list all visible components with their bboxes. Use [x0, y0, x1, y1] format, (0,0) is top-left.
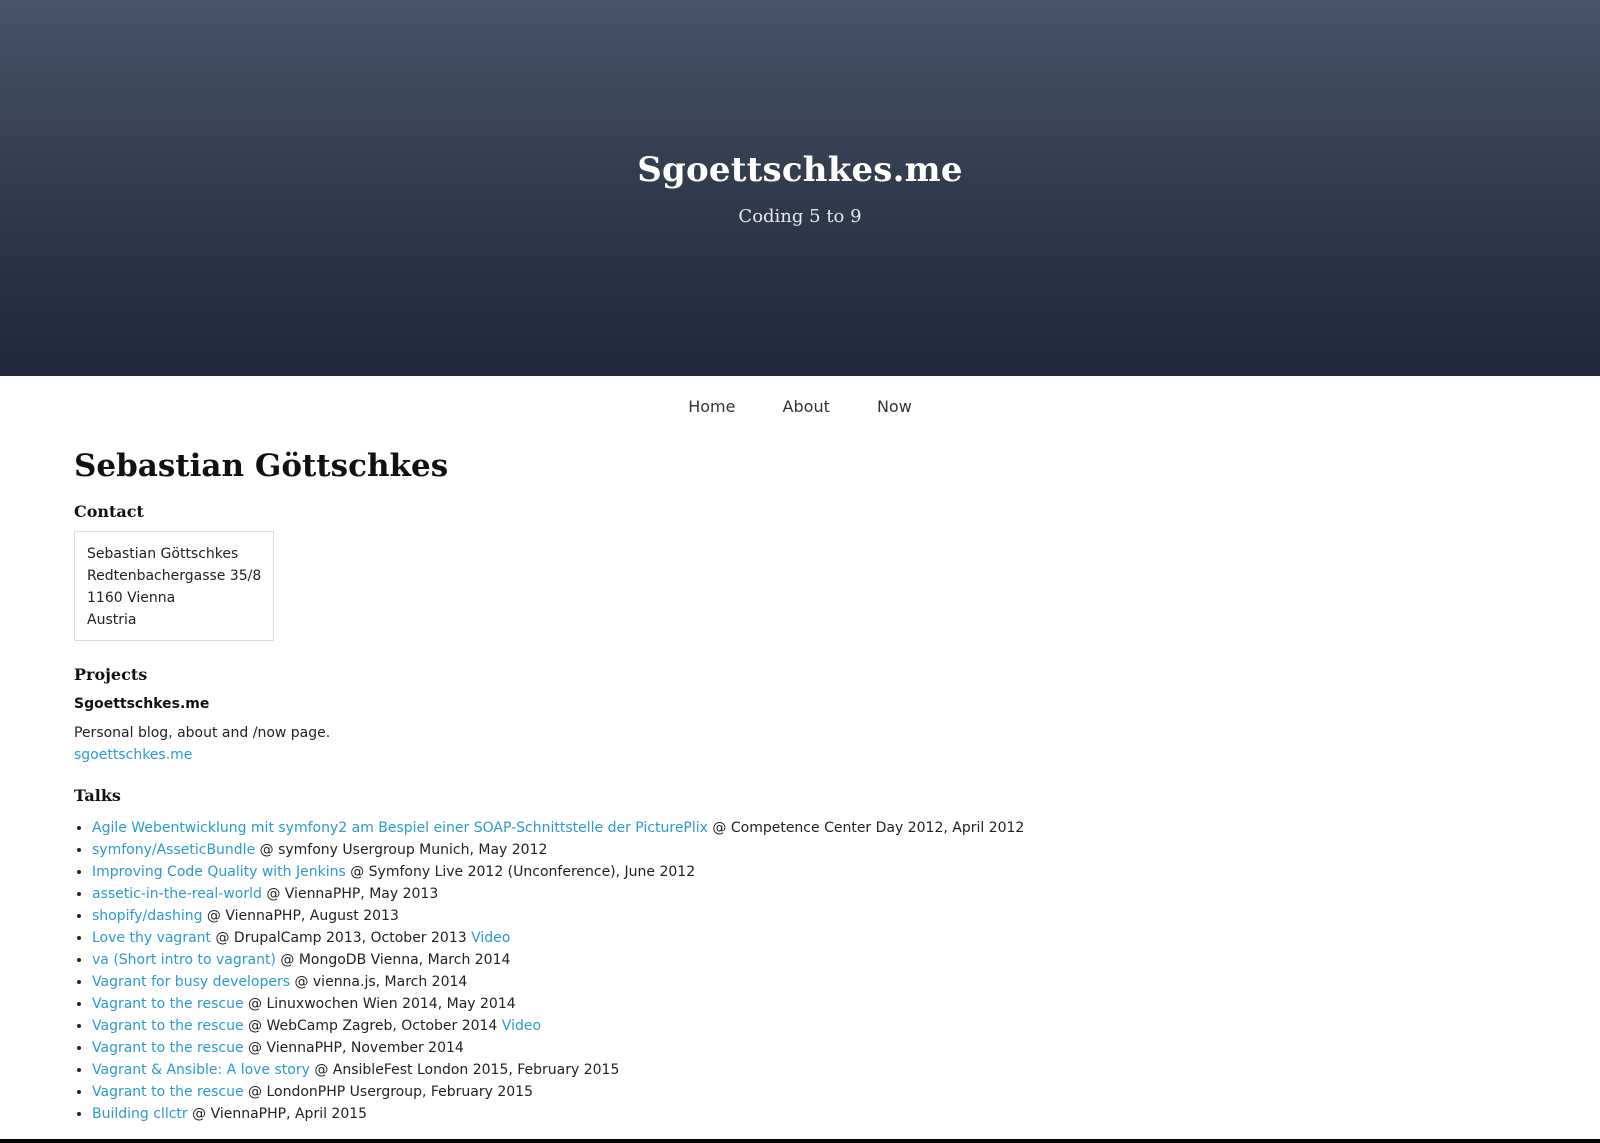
contact-name: Sebastian Göttschkes — [87, 546, 239, 562]
project-description: Personal blog, about and /now page. — [74, 725, 331, 741]
site-tagline: Coding 5 to 9 — [738, 206, 862, 227]
talk-item: Vagrant & Ansible: A love story @ Ansibl… — [92, 1059, 1526, 1081]
project-link[interactable]: sgoettschkes.me — [74, 747, 192, 763]
contact-city: 1160 Vienna — [87, 590, 176, 606]
talk-item: Agile Webentwicklung mit symfony2 am Bes… — [92, 817, 1526, 839]
talk-title-link[interactable]: symfony/AsseticBundle — [92, 842, 255, 858]
talk-title-link[interactable]: va (Short intro to vagrant) — [92, 952, 276, 968]
talk-event: @ ViennaPHP, November 2014 — [243, 1040, 464, 1056]
nav-about-link[interactable]: About — [783, 397, 830, 416]
talk-item: Improving Code Quality with Jenkins @ Sy… — [92, 861, 1526, 883]
talk-video-link[interactable]: Video — [502, 1018, 541, 1034]
talk-event: @ AnsibleFest London 2015, February 2015 — [309, 1062, 620, 1078]
talk-event: @ ViennaPHP, August 2013 — [202, 908, 399, 924]
contact-street: Redtenbachergasse 35/8 — [87, 568, 262, 584]
talk-event: @ ViennaPHP, May 2013 — [261, 886, 439, 902]
contact-country: Austria — [87, 612, 137, 628]
talk-title-link[interactable]: Vagrant for busy developers — [92, 974, 290, 990]
talk-item: shopify/dashing @ ViennaPHP, August 2013 — [92, 905, 1526, 927]
talk-video-link[interactable]: Video — [471, 930, 510, 946]
talk-event: @ Symfony Live 2012 (Unconference), June… — [345, 864, 696, 880]
site-title[interactable]: Sgoettschkes.me — [0, 150, 1600, 190]
projects-section: Projects Sgoettschkes.me Personal blog, … — [74, 665, 1526, 766]
talk-title-link[interactable]: assetic-in-the-real-world — [92, 886, 262, 902]
talk-event: @ DrupalCamp 2013, October 2013 — [211, 930, 472, 946]
talk-title-link[interactable]: Vagrant to the rescue — [92, 996, 244, 1012]
talk-event: @ Linuxwochen Wien 2014, May 2014 — [243, 996, 516, 1012]
talk-item: Vagrant to the rescue @ Linuxwochen Wien… — [92, 993, 1526, 1015]
talk-event: @ symfony Usergroup Munich, May 2012 — [255, 842, 548, 858]
talk-item: Vagrant to the rescue @ LondonPHP Usergr… — [92, 1081, 1526, 1103]
main-content: Sebastian Göttschkes Contact Sebastian G… — [0, 448, 1600, 1125]
talk-item: Love thy vagrant @ DrupalCamp 2013, Octo… — [92, 927, 1526, 949]
site-header: Sgoettschkes.me Coding 5 to 9 — [0, 0, 1600, 376]
talk-item: va (Short intro to vagrant) @ MongoDB Vi… — [92, 949, 1526, 971]
talk-item: assetic-in-the-real-world @ ViennaPHP, M… — [92, 883, 1526, 905]
projects-heading: Projects — [74, 665, 148, 684]
page-title: Sebastian Göttschkes — [74, 448, 449, 484]
contact-address-box: Sebastian Göttschkes Redtenbachergasse 3… — [74, 531, 275, 641]
talk-title-link[interactable]: Improving Code Quality with Jenkins — [92, 864, 346, 880]
talk-item: Vagrant for busy developers @ vienna.js,… — [92, 971, 1526, 993]
talk-event: @ WebCamp Zagreb, October 2014 — [243, 1018, 502, 1034]
talk-item: Vagrant to the rescue @ ViennaPHP, Novem… — [92, 1037, 1526, 1059]
talk-title-link[interactable]: Vagrant to the rescue — [92, 1040, 244, 1056]
contact-heading: Contact — [74, 502, 144, 521]
talk-title-link[interactable]: Vagrant to the rescue — [92, 1018, 244, 1034]
talk-event: @ ViennaPHP, April 2015 — [187, 1106, 368, 1122]
talk-event: @ LondonPHP Usergroup, February 2015 — [243, 1084, 533, 1100]
nav-now-link[interactable]: Now — [877, 397, 912, 416]
talks-list: Agile Webentwicklung mit symfony2 am Bes… — [74, 817, 1526, 1125]
talk-event: @ vienna.js, March 2014 — [290, 974, 468, 990]
main-nav: Home About Now — [0, 376, 1600, 438]
talks-heading: Talks — [74, 786, 121, 805]
talk-item: Building cllctr @ ViennaPHP, April 2015 — [92, 1103, 1526, 1125]
talk-item: Vagrant to the rescue @ WebCamp Zagreb, … — [92, 1015, 1526, 1037]
talk-title-link[interactable]: Vagrant & Ansible: A love story — [92, 1062, 310, 1078]
nav-home-link[interactable]: Home — [688, 397, 735, 416]
talk-item: symfony/AsseticBundle @ symfony Usergrou… — [92, 839, 1526, 861]
talk-title-link[interactable]: Vagrant to the rescue — [92, 1084, 244, 1100]
talk-event: @ MongoDB Vienna, March 2014 — [275, 952, 511, 968]
talk-title-link[interactable]: Love thy vagrant — [92, 930, 211, 946]
talk-title-link[interactable]: shopify/dashing — [92, 908, 202, 924]
talk-title-link[interactable]: Agile Webentwicklung mit symfony2 am Bes… — [92, 820, 708, 836]
page: Sgoettschkes.me Coding 5 to 9 Home About… — [0, 0, 1600, 1139]
project-name: Sgoettschkes.me — [74, 696, 210, 712]
talk-title-link[interactable]: Building cllctr — [92, 1106, 188, 1122]
talk-event: @ Competence Center Day 2012, April 2012 — [707, 820, 1025, 836]
talks-section: Talks Agile Webentwicklung mit symfony2 … — [74, 786, 1526, 1125]
